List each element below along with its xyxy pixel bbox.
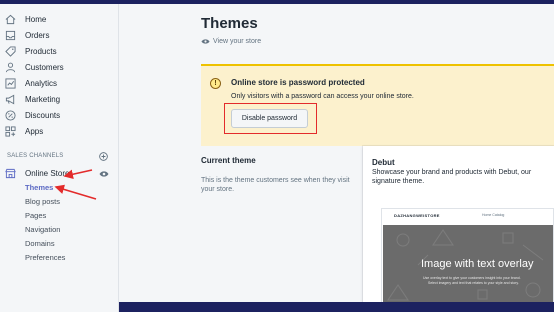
store-icon bbox=[5, 168, 16, 179]
sidebar-item-customers[interactable]: Customers bbox=[5, 60, 64, 74]
current-theme-title: Current theme bbox=[201, 156, 256, 165]
preview-hero-image: Image with text overlay Use overlay text… bbox=[383, 225, 553, 305]
sidebar-item-label: Orders bbox=[25, 30, 50, 40]
sidebar: Home Orders Products Customers Analytics… bbox=[0, 4, 119, 312]
preview-brand: DAZHANGWEISTORE bbox=[394, 213, 440, 218]
sidebar-item-label: Apps bbox=[25, 126, 44, 136]
preview-nav-links: Home Catalog bbox=[482, 213, 505, 217]
discount-icon bbox=[5, 109, 16, 121]
banner-title: Online store is password protected bbox=[231, 78, 365, 87]
sidebar-item-label: Home bbox=[25, 14, 47, 24]
sidebar-subitem-navigation[interactable]: Navigation bbox=[25, 225, 60, 234]
sidebar-item-home[interactable]: Home bbox=[5, 12, 46, 26]
password-banner: ! Online store is password protected Onl… bbox=[201, 64, 554, 146]
tag-icon bbox=[5, 45, 16, 57]
bottom-bar bbox=[119, 302, 554, 312]
eye-icon bbox=[201, 39, 210, 44]
home-icon bbox=[5, 14, 16, 25]
sidebar-item-label: Discounts bbox=[25, 110, 61, 120]
hero-subtitle: Use overlay text to give your customers … bbox=[423, 276, 521, 280]
theme-desc: Showcase your brand and products with De… bbox=[372, 169, 532, 185]
sidebar-item-marketing[interactable]: Marketing bbox=[5, 92, 60, 106]
sidebar-item-online-store[interactable]: Online Store bbox=[5, 166, 69, 180]
sidebar-item-discounts[interactable]: Discounts bbox=[5, 108, 60, 122]
theme-preview[interactable]: DAZHANGWEISTORE Home Catalog Image with … bbox=[381, 208, 554, 306]
sidebar-item-label: Products bbox=[25, 46, 57, 56]
main-content: Themes View your store ! Online store is… bbox=[119, 4, 554, 306]
add-channel-icon[interactable] bbox=[99, 152, 108, 161]
analytics-icon bbox=[5, 77, 16, 89]
warning-icon: ! bbox=[210, 78, 221, 89]
orders-icon bbox=[5, 30, 16, 41]
sidebar-subitem-themes[interactable]: Themes bbox=[25, 183, 53, 192]
sidebar-item-label: Marketing bbox=[25, 94, 61, 104]
view-store-label: View your store bbox=[213, 38, 262, 45]
hero-subtitle-2: Select imagery and text that relates to … bbox=[428, 281, 519, 285]
apps-icon bbox=[5, 125, 16, 137]
sidebar-subitem-blog-posts[interactable]: Blog posts bbox=[25, 197, 60, 206]
hero-title: Image with text overlay bbox=[421, 258, 534, 270]
sidebar-item-label: Analytics bbox=[25, 78, 58, 88]
banner-text: Only visitors with a password can access… bbox=[231, 93, 414, 100]
sidebar-item-analytics[interactable]: Analytics bbox=[5, 76, 57, 90]
sidebar-item-label: Customers bbox=[25, 62, 64, 72]
sidebar-subitem-preferences[interactable]: Preferences bbox=[25, 253, 65, 262]
current-theme-desc: This is the theme customers see when the… bbox=[201, 177, 350, 193]
sidebar-item-apps[interactable]: Apps bbox=[5, 124, 43, 138]
sidebar-item-products[interactable]: Products bbox=[5, 44, 57, 58]
eye-icon[interactable] bbox=[99, 170, 109, 178]
sidebar-subitem-pages[interactable]: Pages bbox=[25, 211, 46, 220]
section-label-sales-channels: SALES CHANNELS bbox=[7, 153, 64, 159]
sidebar-item-orders[interactable]: Orders bbox=[5, 28, 49, 42]
sidebar-subitem-domains[interactable]: Domains bbox=[25, 239, 55, 248]
person-icon bbox=[5, 62, 16, 73]
page-title: Themes bbox=[201, 15, 258, 32]
sidebar-item-label: Online Store bbox=[25, 168, 70, 178]
megaphone-icon bbox=[5, 94, 16, 105]
disable-password-button[interactable]: Disable password bbox=[231, 109, 308, 128]
theme-name: Debut bbox=[372, 158, 395, 167]
view-store-link[interactable]: View your store bbox=[201, 38, 261, 45]
theme-card: Debut Showcase your brand and products w… bbox=[363, 146, 554, 306]
